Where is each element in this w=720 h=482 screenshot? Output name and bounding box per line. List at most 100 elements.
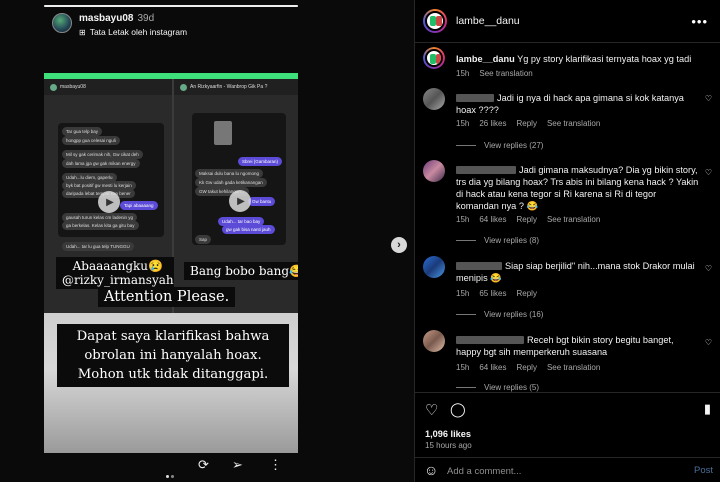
- view-replies-button[interactable]: View replies (8): [456, 236, 539, 245]
- layout-icon: ⊞: [79, 27, 86, 37]
- chat-bubble: Gw bantu: [248, 197, 276, 206]
- comment-meta: 15h 64 likes Reply See translation: [456, 215, 600, 224]
- see-translation-link[interactable]: See translation: [547, 363, 600, 372]
- story-time: 39d: [137, 13, 155, 24]
- chat-bubble: gw gak bisa nanti jauh: [222, 225, 275, 234]
- comment-text: Receh bgt bikin story begitu banget, hap…: [456, 334, 700, 358]
- blurred-username: [456, 166, 516, 174]
- comment-likes[interactable]: 26 likes: [479, 119, 506, 128]
- comment-likes[interactable]: 65 likes: [479, 289, 506, 298]
- reply-button[interactable]: Reply: [516, 119, 536, 128]
- view-replies-button[interactable]: View replies (27): [456, 141, 543, 150]
- chat-bubble: Sbrei (Gambaran): [238, 157, 283, 166]
- blurred-username: [456, 94, 494, 102]
- bookmark-icon[interactable]: ▮: [704, 401, 711, 417]
- heart-icon[interactable]: ♡: [705, 168, 712, 177]
- view-replies-label: View replies (8): [484, 236, 539, 245]
- story-viewer: masbayu08 39d ⊞ Tata Letak oleh instagram…: [0, 0, 414, 482]
- comment-meta: 15h 64 likes Reply See translation: [456, 363, 600, 372]
- profile-avatar[interactable]: [423, 9, 447, 33]
- chat2-header: An Rizkyaarfin - Wanbrop Gik Pa ?: [190, 84, 268, 90]
- chat-bubble: Tar gua telp bay: [62, 127, 103, 136]
- play-icon[interactable]: ▶: [229, 190, 251, 212]
- comment-time: 15h: [456, 363, 470, 372]
- story-footer: ⟳ ➢ ⋮: [44, 455, 298, 478]
- chat-bubble: dah lama jga gw gak mikan energy: [62, 159, 140, 168]
- blurred-username: [456, 262, 502, 270]
- more-options-icon[interactable]: •••: [691, 14, 708, 29]
- story-progress-fill: [44, 5, 298, 7]
- chat2-body: Sbrei (Gambaran) Maksai dulu bana lu ngo…: [192, 113, 286, 245]
- comment-text: Jadi gimana maksudnya? Dia yg bikin stor…: [456, 164, 700, 212]
- story-header: masbayu08 39d ⊞ Tata Letak oleh instagram: [52, 13, 187, 37]
- view-replies-button[interactable]: View replies (5): [456, 383, 539, 392]
- comment-likes[interactable]: 64 likes: [479, 215, 506, 224]
- reply-button[interactable]: Reply: [516, 363, 536, 372]
- avatar[interactable]: [423, 88, 445, 110]
- comment-list[interactable]: lambe__danu Yg py story klarifikasi tern…: [415, 44, 720, 392]
- post-time: 15 hours ago: [425, 441, 472, 450]
- caption-text: lambe__danu Yg py story klarifikasi tern…: [456, 53, 706, 65]
- caption-row: lambe__danu Yg py story klarifikasi tern…: [423, 47, 720, 83]
- caption-abang: Abaaaangku😢 @rizky_irmansyah: [56, 257, 180, 289]
- view-replies-label: View replies (16): [484, 310, 544, 319]
- comment-likes[interactable]: 64 likes: [479, 363, 506, 372]
- page-dot: [171, 475, 174, 478]
- comment-text: Siap siap berjilid" nih...mana stok Drak…: [456, 260, 700, 284]
- page-dot: [166, 475, 169, 478]
- add-comment-bar: ☺ Post: [415, 457, 720, 482]
- story-layout-label[interactable]: ⊞ Tata Letak oleh instagram: [79, 27, 187, 37]
- chat-bubble: Maksai dulu bana lu ngomong: [195, 169, 264, 178]
- comment-text: Jadi ig nya di hack apa gimana si kok ka…: [456, 92, 696, 116]
- likes-count[interactable]: 1,096 likes: [425, 429, 471, 439]
- see-translation-link[interactable]: See translation: [547, 215, 600, 224]
- heart-icon[interactable]: ♡: [705, 264, 712, 273]
- send-icon[interactable]: ➢: [232, 457, 243, 473]
- avatar[interactable]: [423, 47, 445, 69]
- chat-screenshot-2: An Rizkyaarfin - Wanbrop Gik Pa ? Sbrei …: [174, 79, 298, 322]
- heart-icon[interactable]: ♡: [705, 94, 712, 103]
- avatar[interactable]: [423, 256, 445, 278]
- add-comment-input[interactable]: [447, 464, 677, 478]
- view-replies-button[interactable]: View replies (16): [456, 310, 543, 319]
- avatar[interactable]: [423, 330, 445, 352]
- caption-meta: 15h See translation: [456, 69, 533, 78]
- chat-avatar: [180, 83, 187, 91]
- heart-icon[interactable]: ♡: [705, 338, 712, 347]
- story-progress-bar: [44, 5, 298, 7]
- post-username[interactable]: lambe__danu: [456, 15, 520, 27]
- caption-username[interactable]: lambe__danu: [456, 54, 515, 64]
- reply-button[interactable]: Reply: [516, 289, 536, 298]
- next-arrow-icon[interactable]: ›: [391, 237, 407, 253]
- post-button[interactable]: Post: [694, 465, 713, 476]
- play-icon[interactable]: ▶: [98, 191, 120, 213]
- chat-bubble: Udah... tar lu gua telp TUNGGU: [62, 242, 134, 251]
- see-translation-link[interactable]: See translation: [547, 119, 600, 128]
- caption-time: 15h: [456, 69, 470, 78]
- chat-bubble: hongpp gua celesai nguli: [62, 136, 120, 145]
- more-options-icon[interactable]: ⋮: [269, 457, 282, 473]
- see-translation-link[interactable]: See translation: [479, 69, 532, 78]
- comment-bubble-icon[interactable]: ◯: [450, 401, 466, 418]
- chat-photo: [214, 121, 232, 145]
- caption-body: Yg py story klarifikasi ternyata hoax yg…: [517, 54, 692, 64]
- chat-bubble: Tapi abaaaang: [120, 201, 158, 210]
- like-heart-icon[interactable]: ♡: [425, 401, 438, 419]
- comment-time: 15h: [456, 119, 470, 128]
- reaction-icon[interactable]: ⟳: [198, 457, 209, 473]
- avatar[interactable]: [423, 160, 445, 182]
- comment-row: Receh bgt bikin story begitu banget, hap…: [423, 330, 720, 392]
- story-avatar[interactable]: [52, 13, 72, 33]
- story-layout-text: Tata Letak oleh instagram: [89, 27, 188, 37]
- comment-row: Jadi ig nya di hack apa gimana si kok ka…: [423, 88, 720, 150]
- comment-time: 15h: [456, 215, 470, 224]
- view-replies-label: View replies (5): [484, 383, 539, 392]
- reply-button[interactable]: Reply: [516, 215, 536, 224]
- post-actions: ♡ ◯ ▮ 1,096 likes 15 hours ago ☺ Post: [415, 392, 720, 482]
- chat1-header: masbayu08: [60, 84, 86, 90]
- story-media[interactable]: masbayu08 Tar gua telp bay hongpp gua ce…: [44, 73, 298, 453]
- story-username[interactable]: masbayu08: [79, 13, 133, 24]
- chat1-body: Tar gua telp bay hongpp gua celesai ngul…: [58, 123, 164, 237]
- emoji-icon[interactable]: ☺: [424, 462, 438, 478]
- caption-bobo: Bang bobo bang😂: [184, 262, 298, 280]
